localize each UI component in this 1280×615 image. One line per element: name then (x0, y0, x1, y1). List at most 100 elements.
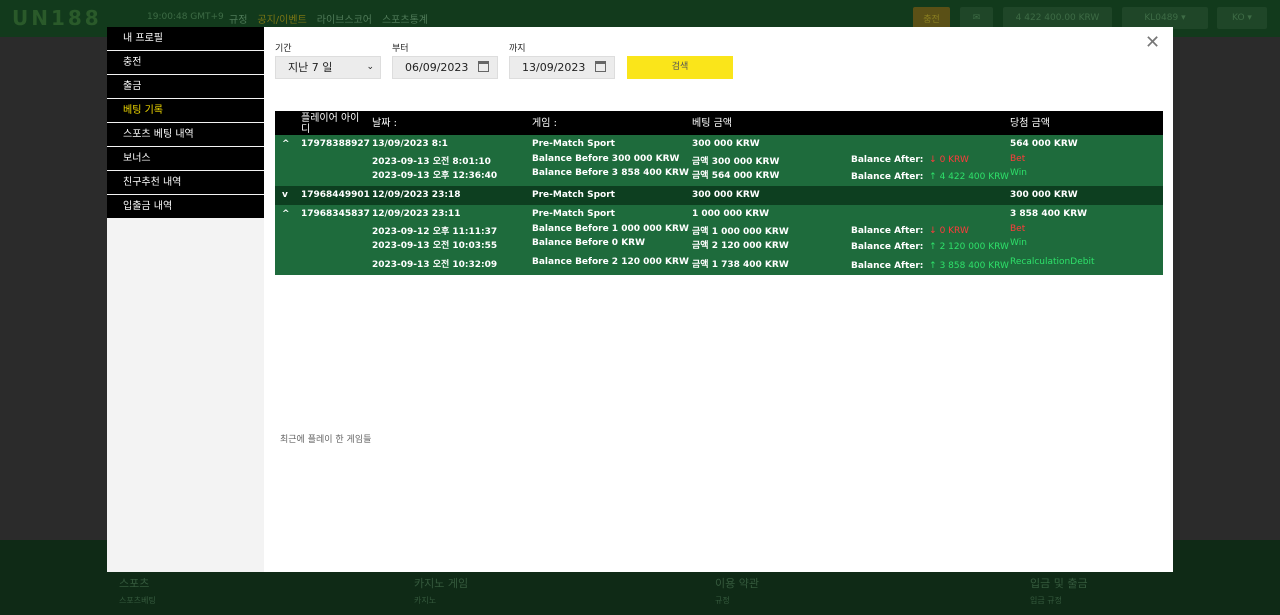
detail-balance-before: Balance Before 0 KRW (532, 238, 646, 248)
detail-amount: 금액 1 738 400 KRW (692, 260, 789, 270)
row-player-id: 17978388927 (301, 139, 370, 149)
to-date-value: 13/09/2023 (522, 61, 586, 74)
username: KL0489 (1144, 13, 1179, 23)
footer-link[interactable]: 규정 (715, 595, 759, 606)
footer-col-title: 카지노 게임 (414, 577, 469, 590)
nav-stats[interactable]: 스포츠통계 (382, 11, 428, 26)
detail-balance-before: Balance Before 2 120 000 KRW (532, 257, 689, 267)
from-date-value: 06/09/2023 (405, 61, 469, 74)
detail-time: 2023-09-13 오전 10:03:55 (372, 241, 498, 251)
detail-type: RecalculationDebit (1010, 257, 1095, 267)
balance-after-label: Balance After: (851, 226, 924, 236)
arrow-down-icon: ↓ (929, 226, 937, 236)
balance-after-value: 0 KRW (939, 226, 969, 236)
table-body: ^ 17978388927 13/09/2023 8:1 Pre-Match S… (275, 135, 1163, 275)
arrow-up-icon: ↑ (929, 172, 937, 182)
arrow-down-icon: ↓ (929, 155, 937, 165)
language-select[interactable]: KO ▾ (1217, 7, 1267, 29)
sidebar-item-sports-bets[interactable]: 스포츠 베팅 내역 (107, 123, 264, 146)
bet-history-table: 플레이어 아이디 날짜 : 게임 : 베팅 금액 당첨 금액 ^ 1797838… (275, 111, 1163, 275)
detail-amount: 금액 1 000 000 KRW (692, 227, 789, 237)
footer-link[interactable]: 입금 규정 (1030, 595, 1088, 606)
detail-balance-before: Balance Before 3 858 400 KRW (532, 168, 689, 178)
language-value: KO (1232, 13, 1245, 23)
footer-col-sports: 스포츠 스포츠베팅 (119, 575, 156, 606)
balance-after-label: Balance After: (851, 261, 924, 271)
sidebar-item-referrals[interactable]: 친구추천 내역 (107, 171, 264, 194)
col-game: 게임 : (532, 118, 557, 129)
balance-value: 4 422 400.00 KRW (1015, 13, 1100, 23)
expand-toggle[interactable]: v (282, 190, 288, 200)
balance-after-value: 3 858 400 KRW (939, 261, 1009, 271)
col-date: 날짜 : (372, 118, 397, 129)
expand-toggle[interactable]: ^ (282, 139, 290, 149)
detail-time: 2023-09-13 오전 8:01:10 (372, 157, 491, 167)
detail-type: Bet (1010, 224, 1026, 234)
table-header: 플레이어 아이디 날짜 : 게임 : 베팅 금액 당첨 금액 (275, 111, 1163, 135)
sidebar-item-deposit[interactable]: 충전 (107, 51, 264, 74)
detail-time: 2023-09-13 오전 10:32:09 (372, 260, 498, 270)
footer-col-casino: 카지노 게임 카지노 (414, 575, 468, 606)
calendar-icon[interactable] (595, 61, 606, 72)
nav-livescore[interactable]: 라이브스코어 (317, 11, 372, 26)
sidebar-item-bet-history[interactable]: 베팅 기록 (107, 99, 264, 122)
charge-button[interactable]: 충전 (913, 7, 950, 29)
recent-games-heading: 최근에 플레이 한 게임들 (280, 435, 372, 445)
calendar-icon[interactable] (478, 61, 489, 72)
top-nav: 규정 공지/이벤트 라이브스코어 스포츠통계 (229, 11, 428, 26)
account-modal: 내 프로필 충전 출금 베팅 기록 스포츠 베팅 내역 보너스 친구추천 내역 … (107, 27, 1173, 572)
mail-icon[interactable]: ✉ (960, 7, 993, 29)
balance-after-value: 4 422 400 KRW (939, 172, 1009, 182)
footer-col-title: 스포츠 (119, 577, 150, 590)
from-date-input[interactable]: 06/09/2023 (392, 56, 498, 79)
col-player-id: 플레이어 아이디 (301, 113, 360, 135)
close-icon[interactable]: ✕ (1145, 32, 1160, 53)
detail-balance-after: Balance After: ↓ 0 KRW (851, 226, 969, 236)
account-sidebar: 내 프로필 충전 출금 베팅 기록 스포츠 베팅 내역 보너스 친구추천 내역 … (107, 27, 264, 572)
footer-link[interactable]: 카지노 (414, 595, 468, 606)
expand-toggle[interactable]: ^ (282, 209, 290, 219)
period-select[interactable]: 지난 7 일 ⌄ (275, 56, 381, 79)
row-bet: 300 000 KRW (692, 139, 760, 149)
clock: 19:00:48 GMT+9 (147, 12, 224, 22)
to-date-input[interactable]: 13/09/2023 (509, 56, 615, 79)
footer-link[interactable]: 스포츠베팅 (119, 595, 156, 606)
detail-type: Win (1010, 238, 1027, 248)
row-date: 12/09/2023 23:11 (372, 209, 461, 219)
detail-amount: 금액 564 000 KRW (692, 171, 780, 181)
balance-display[interactable]: 4 422 400.00 KRW (1003, 7, 1112, 29)
chevron-down-icon: ⌄ (366, 62, 374, 72)
detail-balance-before: Balance Before 300 000 KRW (532, 154, 680, 164)
nav-notices[interactable]: 공지/이벤트 (257, 11, 306, 26)
col-bet-amount: 베팅 금액 (692, 118, 732, 129)
footer-col-title: 이용 약관 (715, 577, 759, 590)
arrow-up-icon: ↑ (929, 242, 937, 252)
detail-amount: 금액 2 120 000 KRW (692, 241, 789, 251)
row-date: 13/09/2023 8:1 (372, 139, 448, 149)
arrow-up-icon: ↑ (929, 261, 937, 271)
sidebar-item-profile[interactable]: 내 프로필 (107, 27, 264, 50)
detail-time: 2023-09-12 오후 11:11:37 (372, 227, 498, 237)
period-label: 기간 (275, 44, 292, 54)
row-bet: 1 000 000 KRW (692, 209, 770, 219)
sidebar-item-withdraw[interactable]: 출금 (107, 75, 264, 98)
row-win: 3 858 400 KRW (1010, 209, 1088, 219)
search-button[interactable]: 검색 (627, 56, 733, 79)
detail-balance-after: Balance After: ↓ 0 KRW (851, 155, 969, 165)
sidebar-item-bonus[interactable]: 보너스 (107, 147, 264, 170)
balance-after-value: 2 120 000 KRW (939, 242, 1009, 252)
balance-after-value: 0 KRW (939, 155, 969, 165)
to-label: 까지 (509, 44, 526, 54)
nav-rules[interactable]: 규정 (229, 11, 247, 26)
user-menu[interactable]: KL0489 ▾ (1122, 7, 1208, 29)
row-bet: 300 000 KRW (692, 190, 760, 200)
logo[interactable]: UN188 (12, 6, 102, 30)
sidebar-item-transactions[interactable]: 입출금 내역 (107, 195, 264, 218)
row-player-id: 17968449901 (301, 190, 370, 200)
row-date: 12/09/2023 23:18 (372, 190, 461, 200)
col-win-amount: 당첨 금액 (1010, 118, 1050, 129)
row-game: Pre-Match Sport (532, 209, 615, 219)
detail-time: 2023-09-13 오후 12:36:40 (372, 171, 498, 181)
balance-after-label: Balance After: (851, 172, 924, 182)
balance-after-label: Balance After: (851, 155, 924, 165)
